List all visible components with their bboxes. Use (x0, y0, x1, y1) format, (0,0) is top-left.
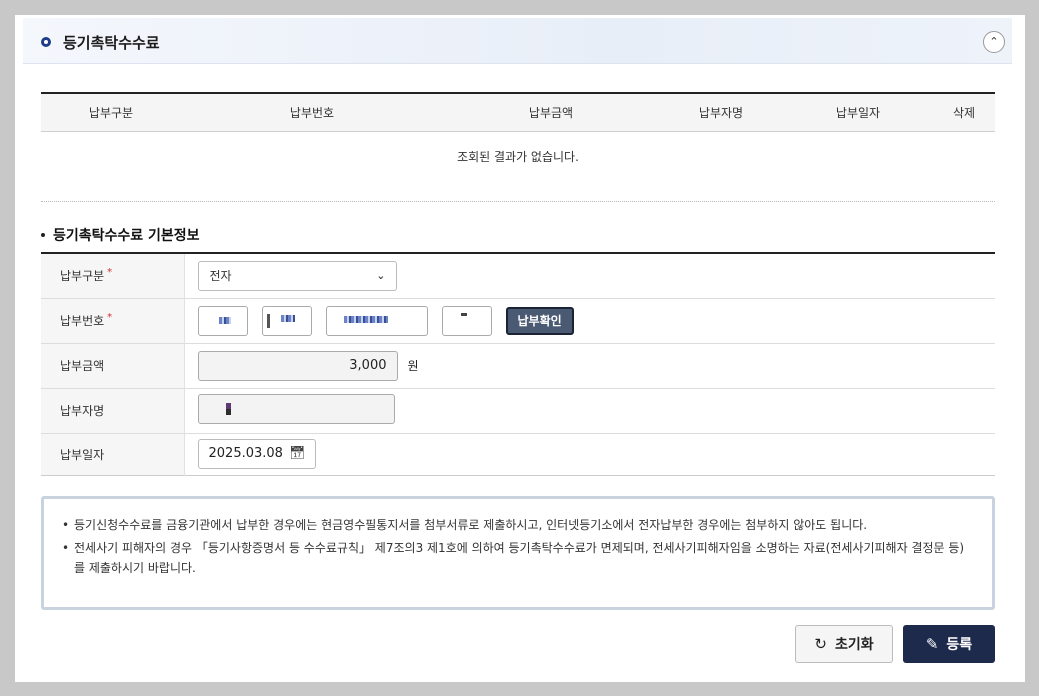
payment-confirm-button[interactable]: 납부확인 (505, 306, 574, 335)
empty-row: 조회된 결과가 없습니다. (41, 131, 995, 181)
form-row-payment-amount: 납부금액 3,000 원 (41, 343, 995, 388)
payment-list-table: 납부구분 납부번호 납부금액 납부자명 납부일자 삭제 조회된 결과가 없습니다… (41, 92, 995, 181)
payer-name-label: 납부자명 (41, 388, 185, 433)
bullet-icon (41, 233, 45, 237)
pencil-icon: ✎ (925, 635, 939, 653)
required-mark: * (107, 267, 113, 279)
main-panel: 등기촉탁수수료 ⌃ 납부구분 납부번호 납부금액 납부자명 납부일자 삭제 조회… (15, 15, 1025, 682)
column-header: 납부금액 (528, 105, 574, 120)
empty-message: 조회된 결과가 없습니다. (457, 149, 579, 164)
payment-number-field-3[interactable] (325, 305, 428, 336)
payment-number-field-2[interactable] (261, 305, 312, 336)
payment-type-select[interactable]: 전자 ⌄ (197, 260, 397, 291)
redacted-text (225, 403, 231, 415)
payment-number-field-1[interactable] (197, 305, 248, 336)
column-header: 납부일자 (835, 105, 881, 120)
divider (41, 201, 995, 202)
circle-bullet-icon (41, 37, 51, 47)
currency-unit: 원 (407, 359, 419, 373)
section-header: 등기촉탁수수료 ⌃ (23, 18, 1012, 64)
payment-amount-field[interactable]: 3,000 (197, 350, 398, 381)
column-header: 납부번호 (289, 105, 335, 120)
refresh-icon: ↻ (814, 635, 827, 653)
column-header: 삭제 (952, 105, 976, 120)
column-header: 납부구분 (88, 105, 134, 120)
calendar-icon[interactable]: 📅︎ (289, 446, 306, 461)
form-row-payment-date: 납부일자 2025.03.08 📅︎ (41, 433, 995, 475)
section-title: 등기촉탁수수료 (63, 34, 160, 52)
payment-amount-label: 납부금액 (41, 343, 185, 388)
payment-number-label: 납부번호 * (41, 298, 185, 343)
payment-number-field-4[interactable] (441, 305, 492, 336)
required-mark: * (107, 312, 113, 323)
column-header: 납부자명 (698, 105, 744, 120)
notice-item: 등기신청수수료를 금융기관에서 납부한 경우에는 현금영수필통지서를 첨부서류로… (62, 515, 970, 535)
chevron-up-icon[interactable]: ⌃ (983, 31, 1005, 53)
payer-name-field[interactable] (197, 394, 395, 424)
payment-type-label: 납부구분 * (41, 253, 185, 298)
reset-button[interactable]: ↻ 초기화 (795, 625, 893, 663)
register-button[interactable]: ✎ 등록 (903, 625, 995, 663)
form-row-payment-number: 납부번호 * 납부확인 (41, 298, 995, 343)
chevron-down-icon: ⌄ (376, 268, 386, 282)
basic-info-form: 납부구분 * 전자 ⌄ 납부번호 * 납부확인 납부금액 3,000 원 납부자명 (41, 252, 995, 476)
payment-date-field[interactable]: 2025.03.08 📅︎ (197, 439, 317, 469)
form-row-payer-name: 납부자명 (41, 388, 995, 433)
form-row-payment-type: 납부구분 * 전자 ⌄ (41, 253, 995, 298)
notice-box: 등기신청수수료를 금융기관에서 납부한 경우에는 현금영수필통지서를 첨부서류로… (41, 496, 995, 610)
notice-item: 전세사기 피해자의 경우 「등기사항증명서 등 수수료규칙」 제7조의3 제1호… (62, 538, 970, 578)
basic-info-title: 등기촉탁수수료 기본정보 (41, 225, 200, 245)
payment-date-label: 납부일자 (41, 433, 185, 475)
table-header-row: 납부구분 납부번호 납부금액 납부자명 납부일자 삭제 (41, 93, 995, 131)
